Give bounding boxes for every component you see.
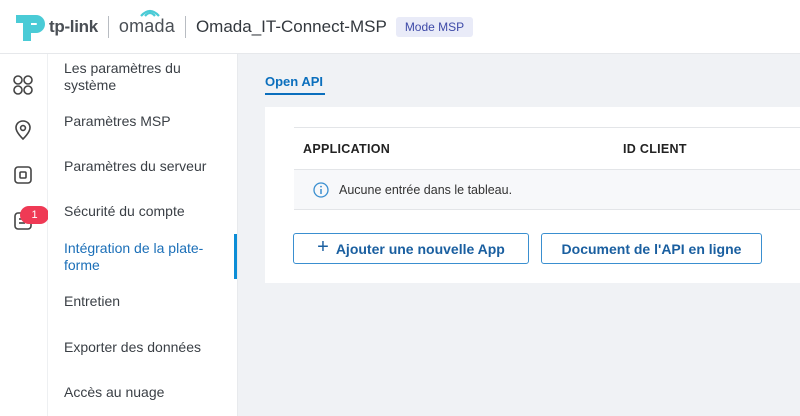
plus-icon: + (317, 236, 329, 258)
add-app-button[interactable]: + Ajouter une nouvelle App (293, 233, 529, 264)
tab-active-underline (265, 93, 325, 95)
menu-item-maintenance[interactable]: Entretien (64, 293, 234, 310)
notification-count-badge: 1 (20, 206, 49, 224)
top-header: tp-link omada Omada_IT-Connect-MSP Mode … (0, 0, 800, 54)
dashboard-grid-icon[interactable] (12, 74, 34, 96)
table-empty-row: Aucune entrée dans le tableau. (294, 170, 800, 210)
location-pin-icon[interactable] (12, 119, 34, 141)
table-header: APPLICATION ID CLIENT (294, 127, 800, 170)
info-icon (313, 182, 329, 198)
menu-item-server-settings[interactable]: Paramètres du serveur (64, 158, 234, 175)
menu-item-cloud-access[interactable]: Accès au nuage (64, 384, 234, 401)
settings-menu: Les paramètres du système Paramètres MSP… (48, 54, 238, 416)
menu-active-indicator (234, 234, 237, 279)
tab-open-api[interactable]: Open API (265, 74, 323, 89)
menu-item-account-security[interactable]: Sécurité du compte (64, 203, 234, 220)
tplink-wordmark: tp-link (49, 16, 98, 36)
empty-table-message: Aucune entrée dans le tableau. (339, 183, 513, 197)
menu-item-system-settings[interactable]: Les paramètres du système (64, 60, 234, 94)
api-doc-label: Document de l'API en ligne (561, 240, 742, 257)
device-icon[interactable] (12, 164, 34, 186)
header-divider (107, 15, 109, 38)
omada-wordmark: omada (118, 16, 175, 36)
menu-item-msp-settings[interactable]: Paramètres MSP (64, 113, 234, 130)
api-doc-button[interactable]: Document de l'API en ligne (541, 233, 762, 264)
omada-signal-icon (140, 9, 160, 17)
menu-item-export-data[interactable]: Exporter des données (64, 339, 234, 356)
tplink-logo-icon (16, 14, 45, 41)
column-header-client-id: ID CLIENT (623, 142, 687, 156)
tplink-logo[interactable]: tp-link (14, 11, 98, 43)
omada-logo: omada (118, 9, 175, 37)
menu-item-platform-integration[interactable]: Intégration de la plate-forme (64, 240, 224, 274)
mode-badge: Mode MSP (395, 16, 474, 37)
add-app-label: Ajouter une nouvelle App (335, 240, 505, 257)
icon-rail: 1 (0, 54, 49, 416)
header-divider (184, 15, 186, 38)
site-title[interactable]: Omada_IT-Connect-MSP (196, 17, 387, 37)
column-header-application: APPLICATION (303, 142, 391, 156)
